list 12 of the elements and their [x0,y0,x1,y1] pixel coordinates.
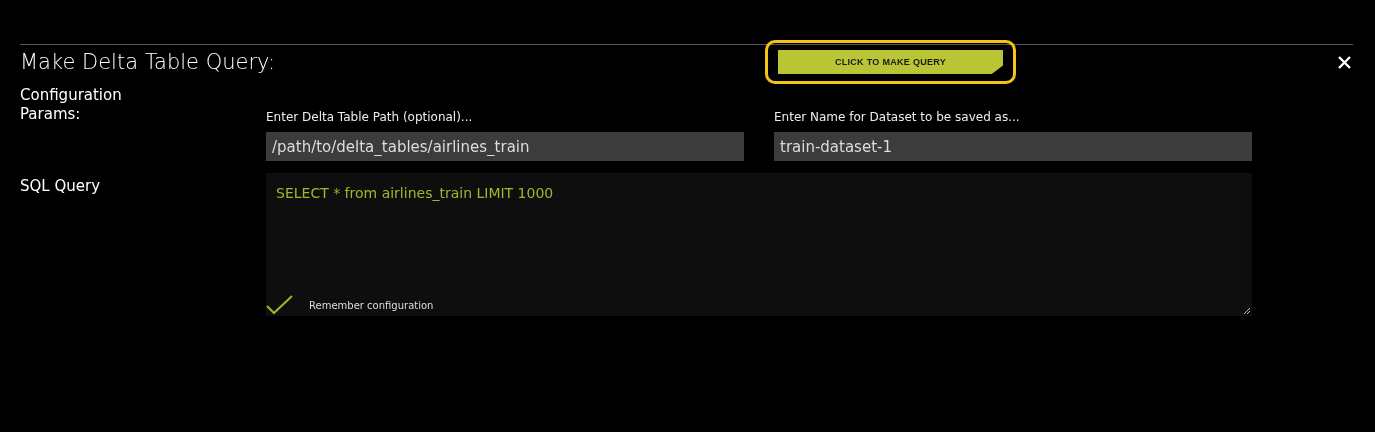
close-icon[interactable] [1338,55,1351,69]
checkmark-icon[interactable] [266,295,293,315]
section-label: SQL Query [20,176,102,197]
dialog-title: Make Delta Table Query: [20,50,277,74]
checkbox-label: Remember configuration [309,299,434,311]
dataset-name-field[interactable]: train-dataset-1 [774,132,1252,161]
make-query-button[interactable]: CLICK TO MAKE QUERY [778,50,1003,74]
section-label: Configuration Params: [20,86,123,125]
field-label: Enter Delta Table Path (optional)... [266,110,474,124]
table-path-field[interactable]: /path/to/delta_tables/airlines_train [266,132,744,161]
resize-handle-icon[interactable] [1244,308,1250,314]
field-label: Enter Name for Dataset to be saved as... [774,110,1021,124]
